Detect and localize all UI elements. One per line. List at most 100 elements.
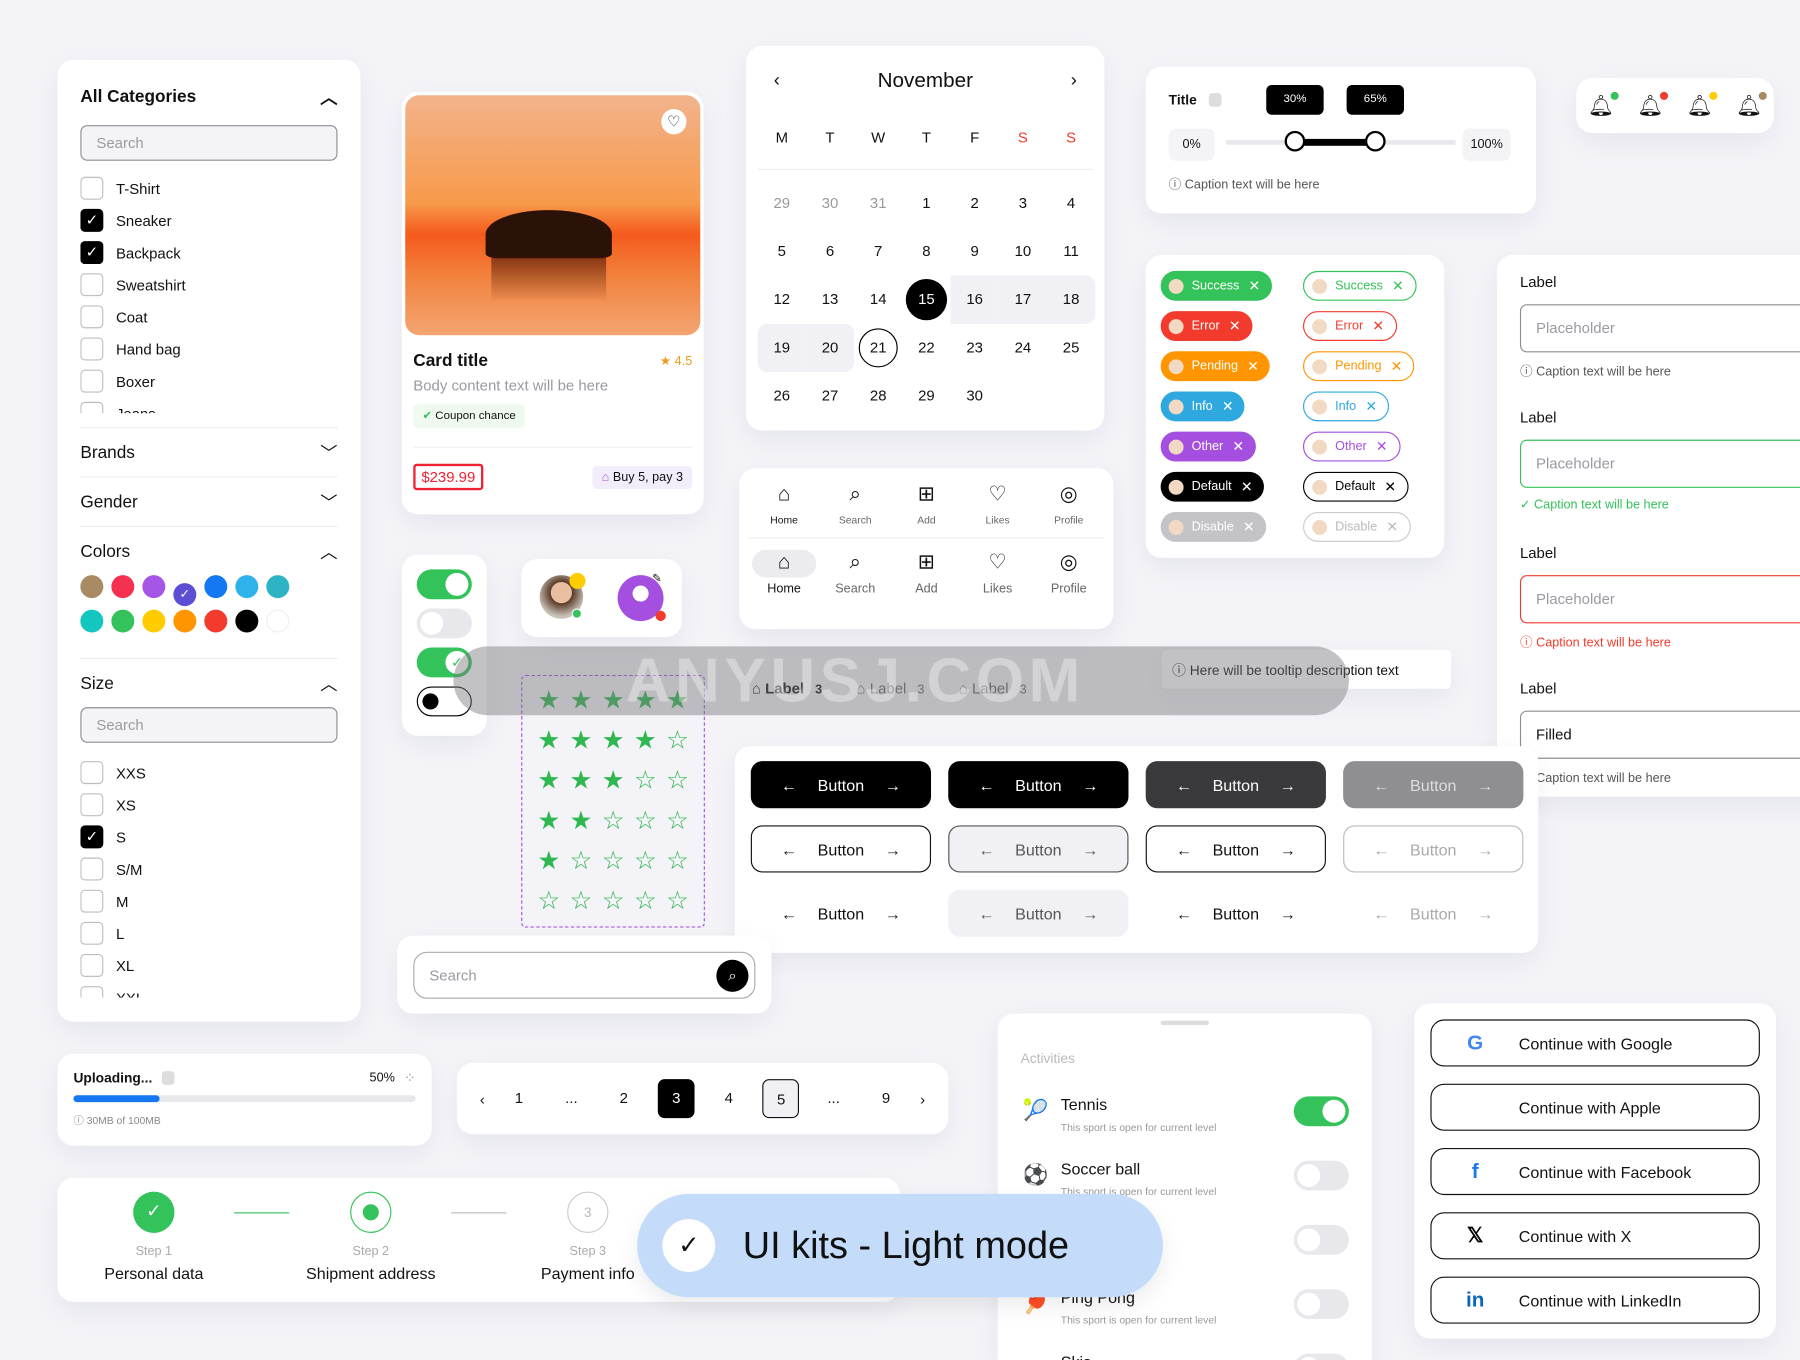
button[interactable]: ← Button → — [948, 825, 1129, 873]
star-outline-icon[interactable]: ☆ — [629, 840, 661, 880]
star-outline-icon[interactable]: ☆ — [533, 881, 565, 921]
text-input[interactable]: Filled — [1519, 710, 1800, 759]
chip-outlined[interactable]: Pending ✕ — [1302, 351, 1415, 382]
page-button[interactable]: 2 — [605, 1079, 642, 1118]
calendar-day[interactable]: 2 — [951, 179, 999, 227]
calendar-day[interactable]: 17 — [998, 275, 1047, 324]
star-rating-row[interactable]: ★ ★ ☆ ☆ ☆ — [533, 800, 694, 840]
star-outline-icon[interactable]: ☆ — [661, 881, 693, 921]
category-option[interactable]: Coat — [80, 301, 337, 333]
button[interactable]: ← Button → — [750, 825, 932, 873]
category-option[interactable]: Hand bag — [80, 333, 337, 365]
star-filled-icon[interactable]: ★ — [533, 760, 565, 800]
star-rating-row[interactable]: ★ ★ ★ ★ ☆ — [533, 720, 694, 760]
button[interactable]: ← Button → — [751, 890, 931, 937]
chip-outlined[interactable]: Disable ✕ — [1302, 512, 1411, 542]
checkbox[interactable] — [80, 921, 104, 945]
star-outline-icon[interactable]: ☆ — [661, 840, 693, 880]
size-option[interactable]: XXL — [80, 982, 337, 998]
color-swatch[interactable] — [111, 575, 135, 599]
checkbox[interactable] — [80, 857, 104, 881]
star-outline-icon[interactable]: ☆ — [629, 800, 661, 840]
chip-outlined[interactable]: Success ✕ — [1302, 270, 1417, 301]
slider-handle-low[interactable] — [1284, 130, 1306, 152]
calendar-day[interactable]: 28 — [854, 372, 902, 420]
step[interactable]: ✓ Step 1 Personal data — [80, 1191, 227, 1282]
star-filled-icon[interactable]: ★ — [533, 800, 565, 840]
close-icon[interactable]: ✕ — [1241, 479, 1253, 495]
calendar-day[interactable]: 14 — [854, 276, 902, 324]
calendar-day[interactable]: 31 — [854, 179, 902, 227]
color-swatch[interactable] — [80, 575, 104, 599]
page-button[interactable]: 5 — [762, 1079, 800, 1119]
star-filled-icon[interactable]: ★ — [533, 720, 565, 760]
color-swatch[interactable] — [80, 609, 104, 633]
calendar-day[interactable]: 3 — [999, 179, 1047, 227]
close-icon[interactable]: ✕ — [1222, 398, 1234, 414]
nav-item-search[interactable]: ⌕ Search — [823, 482, 887, 526]
nav-item-likes[interactable]: ♡ Likes — [965, 482, 1029, 526]
checkbox[interactable] — [80, 369, 104, 393]
nav-item-profile[interactable]: ◎ Profile — [1037, 550, 1101, 596]
size-option[interactable]: M — [80, 885, 337, 917]
star-filled-icon[interactable]: ★ — [597, 720, 629, 760]
close-icon[interactable]: ✕ — [1365, 398, 1377, 414]
chip-outlined[interactable]: Error ✕ — [1302, 311, 1397, 341]
category-option[interactable]: Jeans — [80, 397, 337, 414]
calendar-day[interactable]: 23 — [951, 324, 999, 372]
calendar-day[interactable]: 4 — [1047, 179, 1095, 227]
nav-item-profile[interactable]: ◎ Profile — [1037, 482, 1101, 526]
calendar-day[interactable]: 10 — [999, 227, 1047, 275]
chevron-down-icon[interactable]: ﹀ — [320, 490, 337, 514]
nav-item-likes[interactable]: ♡ Likes — [965, 550, 1029, 596]
color-swatch[interactable] — [204, 575, 228, 599]
button[interactable]: ← Button → — [1146, 890, 1326, 937]
star-rating-row[interactable]: ★ ☆ ☆ ☆ ☆ — [533, 840, 694, 880]
star-outline-icon[interactable]: ☆ — [629, 881, 661, 921]
calendar-day[interactable]: 30 — [806, 179, 854, 227]
page-button[interactable]: ... — [815, 1079, 852, 1118]
close-icon[interactable]: ✕ — [1392, 278, 1404, 294]
color-swatch[interactable] — [235, 575, 259, 599]
text-input[interactable]: Placeholder — [1519, 439, 1800, 488]
page-button[interactable]: 3 — [657, 1079, 695, 1119]
color-swatch[interactable] — [266, 609, 290, 633]
star-outline-icon[interactable]: ☆ — [597, 881, 629, 921]
size-option[interactable]: XXS — [80, 757, 337, 789]
calendar-day[interactable]: 30 — [951, 372, 999, 420]
checkbox[interactable] — [80, 176, 104, 200]
close-icon[interactable]: ✕ — [1249, 278, 1261, 294]
color-swatch[interactable]: ✓ — [173, 583, 197, 607]
nav-item-home[interactable]: ⌂ Home — [751, 549, 817, 596]
checkbox[interactable]: ✓ — [80, 241, 104, 265]
calendar-day[interactable]: 24 — [999, 324, 1047, 372]
chip-filled[interactable]: Pending ✕ — [1160, 351, 1271, 382]
text-input[interactable]: Placeholder — [1519, 575, 1800, 624]
close-icon[interactable]: ✕ — [1247, 358, 1259, 374]
category-option[interactable]: ✓ Backpack — [80, 236, 337, 268]
checkbox[interactable] — [80, 273, 104, 297]
calendar-day[interactable]: 15 — [902, 276, 950, 324]
activity-toggle[interactable] — [1293, 1096, 1349, 1127]
checkbox[interactable] — [80, 305, 104, 329]
social-login-button[interactable]: G Continue with Google — [1430, 1019, 1760, 1067]
size-option[interactable]: XL — [80, 949, 337, 981]
close-icon[interactable]: ✕ — [1376, 439, 1388, 455]
chip-filled[interactable]: Default ✕ — [1160, 471, 1264, 502]
calendar-day[interactable]: 19 — [757, 323, 806, 372]
size-option[interactable]: ✓ S — [80, 821, 337, 853]
checkbox[interactable] — [80, 401, 104, 414]
size-option[interactable]: XS — [80, 789, 337, 821]
star-outline-icon[interactable]: ☆ — [597, 800, 629, 840]
brands-title[interactable]: Brands — [80, 443, 135, 463]
star-outline-icon[interactable]: ☆ — [629, 760, 661, 800]
prev-month-button[interactable]: ‹ — [774, 71, 780, 92]
color-swatch[interactable] — [266, 575, 290, 599]
chip-filled[interactable]: Disable ✕ — [1160, 512, 1266, 542]
activity-toggle[interactable] — [1293, 1160, 1349, 1191]
activity-toggle[interactable] — [1293, 1224, 1349, 1255]
star-outline-icon[interactable]: ☆ — [565, 840, 597, 880]
heart-icon[interactable]: ♡ — [661, 109, 687, 135]
category-option[interactable]: ✓ Sneaker — [80, 204, 337, 236]
star-filled-icon[interactable]: ★ — [629, 720, 661, 760]
